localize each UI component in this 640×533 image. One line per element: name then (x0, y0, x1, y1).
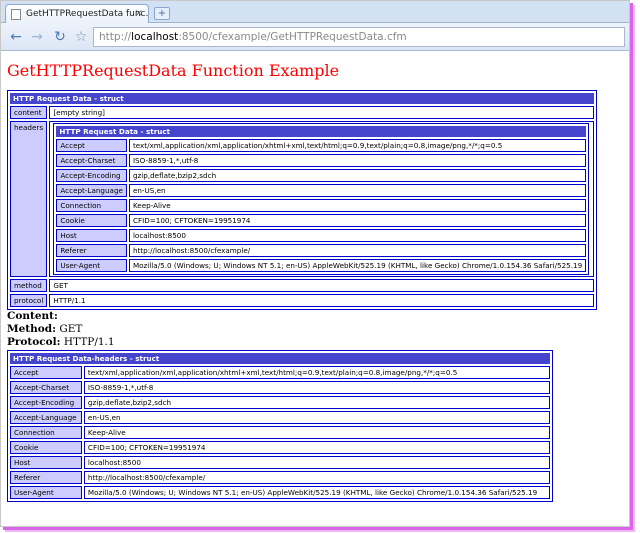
protocol-line: Protocol: HTTP/1.1 (7, 336, 629, 349)
nested-header-value: http://localhost:8500/cfexample/ (128, 244, 587, 257)
header-row: Accept text/xml,application/xml,applicati… (10, 366, 550, 379)
nested-header-key[interactable]: Host (56, 229, 127, 242)
nested-header-value: Keep-Alive (128, 199, 587, 212)
page-icon (11, 9, 21, 20)
header-row: Referer http://localhost:8500/cfexample/ (10, 471, 550, 484)
nested-header-key[interactable]: Connection (56, 199, 127, 212)
nested-dump-header[interactable]: HTTP Request Data - struct (56, 126, 587, 137)
back-icon[interactable]: ← (7, 28, 25, 46)
nested-header-key[interactable]: Accept (56, 139, 127, 152)
protocol-key[interactable]: protocol (10, 294, 48, 307)
request-header-value: text/xml,application/xml,application/xht… (83, 366, 550, 379)
headers-value: HTTP Request Data - struct Accept text/xm… (49, 121, 594, 277)
page-content: GetHTTPRequestData Function Example HTTP… (1, 61, 629, 502)
address-bar[interactable]: http://localhost:8500/cfexample/GetHTTPR… (93, 27, 625, 47)
header-row: User-Agent Mozilla/5.0 (Windows; U; Windo… (56, 259, 587, 272)
star-icon[interactable]: ☆ (72, 28, 90, 46)
request-header-value: http://localhost:8500/cfexample/ (83, 471, 550, 484)
request-header-value: ISO-8859-1,*,utf-8 (83, 381, 550, 394)
method-line: Method: GET (7, 323, 629, 336)
nested-header-value: CFID=100; CFTOKEN=19951974 (128, 214, 587, 227)
close-icon[interactable]: × (135, 8, 143, 19)
content-line: Content: (7, 310, 629, 323)
url-path: :8500/cfexample/GetHTTPRequestData.cfm (178, 31, 407, 43)
header-row: Accept-Charset ISO-8859-1,*,utf-8 (56, 154, 587, 167)
nested-header-key[interactable]: Cookie (56, 214, 127, 227)
nested-header-value: Mozilla/5.0 (Windows; U; Windows NT 5.1;… (128, 259, 587, 272)
headers-dump-header[interactable]: HTTP Request Data-headers - struct (10, 353, 550, 364)
nested-header-key[interactable]: Accept-Charset (56, 154, 127, 167)
request-header-key[interactable]: Host (10, 456, 82, 469)
dump-header[interactable]: HTTP Request Data - struct (10, 93, 594, 104)
nested-header-value: en-US,en (128, 184, 587, 197)
content-label: Content: (7, 310, 58, 322)
header-row: Host localhost:8500 (56, 229, 587, 242)
request-header-key[interactable]: Accept-Encoding (10, 396, 82, 409)
url-host: localhost (131, 31, 179, 43)
header-row: Host localhost:8500 (10, 456, 550, 469)
nested-header-key[interactable]: Accept-Encoding (56, 169, 127, 182)
content-value: [empty string] (49, 106, 594, 119)
method-label: Method: (7, 323, 57, 335)
header-row: Accept-Language en-US,en (10, 411, 550, 424)
protocol-value: HTTP/1.1 (49, 294, 594, 307)
nested-header-key[interactable]: Accept-Language (56, 184, 127, 197)
request-header-value: Keep-Alive (83, 426, 550, 439)
browser-window: GetHTTPRequestData func... × + ← → ↻ ☆ h… (0, 0, 630, 527)
nested-header-value: gzip,deflate,bzip2,sdch (128, 169, 587, 182)
request-header-value: gzip,deflate,bzip2,sdch (83, 396, 550, 409)
header-row: Accept-Encoding gzip,deflate,bzip2,sdch (56, 169, 587, 182)
request-header-key[interactable]: User-Agent (10, 486, 82, 499)
request-header-value: Mozilla/5.0 (Windows; U; Windows NT 5.1;… (83, 486, 550, 499)
reload-icon[interactable]: ↻ (51, 28, 69, 46)
tab-active[interactable]: GetHTTPRequestData func... × (5, 4, 149, 24)
protocol-text: HTTP/1.1 (63, 336, 115, 348)
request-header-key[interactable]: Referer (10, 471, 82, 484)
nested-header-key[interactable]: User-Agent (56, 259, 127, 272)
request-data-dump: HTTP Request Data - struct content [empt… (7, 90, 597, 310)
new-tab-button[interactable]: + (154, 7, 170, 20)
header-row: Connection Keep-Alive (56, 199, 587, 212)
request-headers-dump: HTTP Request Data-headers - struct Accep… (7, 350, 553, 502)
nested-header-key[interactable]: Referer (56, 244, 127, 257)
header-row: Accept-Charset ISO-8859-1,*,utf-8 (10, 381, 550, 394)
page-title: GetHTTPRequestData Function Example (7, 61, 340, 80)
method-value: GET (49, 279, 594, 292)
request-header-key[interactable]: Accept (10, 366, 82, 379)
header-row: User-Agent Mozilla/5.0 (Windows; U; Windo… (10, 486, 550, 499)
header-row: Referer http://localhost:8500/cfexample/ (56, 244, 587, 257)
headers-key[interactable]: headers (10, 121, 48, 277)
tab-title: GetHTTPRequestData func... (26, 9, 149, 19)
request-header-key[interactable]: Connection (10, 426, 82, 439)
request-header-value: localhost:8500 (83, 456, 550, 469)
header-row: Cookie CFID=100; CFTOKEN=19951974 (56, 214, 587, 227)
request-header-key[interactable]: Accept-Charset (10, 381, 82, 394)
tab-strip: GetHTTPRequestData func... × + (1, 1, 629, 24)
protocol-label: Protocol: (7, 336, 61, 348)
method-text: GET (59, 323, 83, 335)
header-row: Cookie CFID=100; CFTOKEN=19951974 (10, 441, 550, 454)
nested-header-value: localhost:8500 (128, 229, 587, 242)
toolbar: ← → ↻ ☆ http://localhost:8500/cfexample/… (1, 23, 629, 51)
nested-header-value: text/xml,application/xml,application/xht… (128, 139, 587, 152)
nested-header-value: ISO-8859-1,*,utf-8 (128, 154, 587, 167)
header-row: Connection Keep-Alive (10, 426, 550, 439)
request-header-key[interactable]: Cookie (10, 441, 82, 454)
headers-nested-dump: HTTP Request Data - struct Accept text/xm… (53, 123, 590, 275)
request-header-value: en-US,en (83, 411, 550, 424)
header-row: Accept-Encoding gzip,deflate,bzip2,sdch (10, 396, 550, 409)
content-key[interactable]: content (10, 106, 48, 119)
method-key[interactable]: method (10, 279, 48, 292)
header-row: Accept-Language en-US,en (56, 184, 587, 197)
request-header-key[interactable]: Accept-Language (10, 411, 82, 424)
url-prefix: http:// (99, 31, 132, 43)
header-row: Accept text/xml,application/xml,applicati… (56, 139, 587, 152)
forward-icon[interactable]: → (28, 28, 46, 46)
request-header-value: CFID=100; CFTOKEN=19951974 (83, 441, 550, 454)
